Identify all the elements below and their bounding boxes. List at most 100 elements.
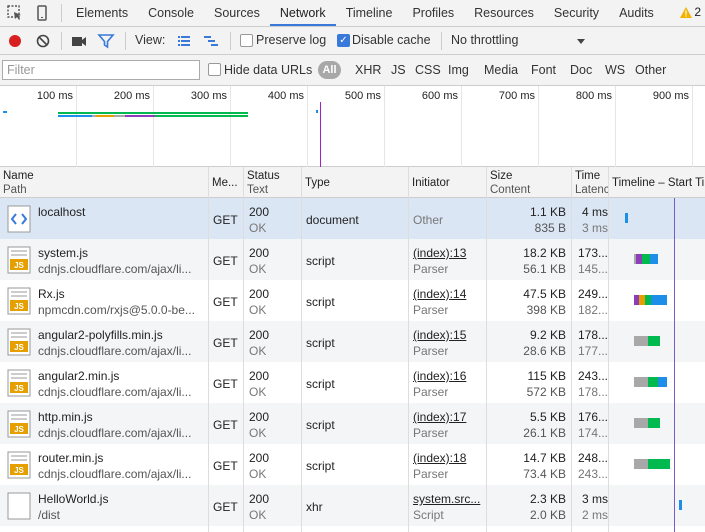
- column-timeline[interactable]: Timeline – Start Time: [609, 167, 705, 198]
- request-method: GET: [213, 213, 238, 227]
- inspect-element-icon[interactable]: [6, 4, 24, 22]
- tab-sources[interactable]: Sources: [204, 0, 270, 26]
- overview-tick-label: 200 ms: [113, 90, 150, 102]
- request-latency: 3 ms: [581, 221, 608, 235]
- table-row[interactable]: HelloWorld.js/dist GET 200 OK xhr system.src.…: [0, 485, 705, 526]
- tab-elements[interactable]: Elements: [66, 0, 138, 26]
- request-size: 14.7 KB: [523, 451, 566, 465]
- request-method: GET: [213, 500, 238, 514]
- request-path: npmcdn.com/rxjs@5.0.0-be...: [38, 303, 195, 317]
- request-content-size: 572 KB: [526, 385, 566, 399]
- filter-type-js[interactable]: JS: [391, 55, 406, 85]
- table-row[interactable]: localhost GET 200 OK document Other 1.1 KB 835 …: [0, 198, 705, 239]
- request-name: Rx.js: [38, 287, 65, 301]
- request-status-text: OK: [249, 426, 267, 440]
- request-initiator-type: Parser: [413, 262, 449, 276]
- toolbar-separator: [230, 32, 231, 50]
- overview-tick-label: 400 ms: [267, 90, 304, 102]
- column-status[interactable]: Status Text: [244, 167, 301, 198]
- filter-all-button[interactable]: All: [318, 61, 341, 79]
- chevron-down-icon[interactable]: [572, 32, 590, 50]
- request-initiator-link[interactable]: (index):15: [413, 328, 485, 342]
- overview-tick-label: 100 ms: [36, 90, 73, 102]
- filter-type-other[interactable]: Other: [635, 55, 666, 85]
- filter-type-font[interactable]: Font: [531, 55, 556, 85]
- disable-cache-checkbox[interactable]: ✓: [337, 34, 350, 47]
- request-status: 200: [249, 328, 270, 342]
- tab-profiles[interactable]: Profiles: [402, 0, 464, 26]
- view-label: View:: [135, 33, 166, 47]
- request-name: localhost: [38, 205, 86, 219]
- large-rows-icon[interactable]: [175, 32, 193, 50]
- request-time: 249...: [577, 287, 608, 301]
- tab-timeline[interactable]: Timeline: [336, 0, 403, 26]
- clear-icon[interactable]: [34, 32, 52, 50]
- request-name: angular2.min.js: [38, 369, 120, 383]
- tab-audits[interactable]: Audits: [609, 0, 664, 26]
- request-initiator-type: Parser: [413, 385, 449, 399]
- column-size[interactable]: Size Content: [487, 167, 571, 198]
- request-status: 200: [249, 451, 270, 465]
- request-time: 4 ms: [581, 205, 608, 219]
- tab-resources[interactable]: Resources: [464, 0, 544, 26]
- filter-type-ws[interactable]: WS: [605, 55, 625, 85]
- column-type[interactable]: Type: [302, 167, 408, 198]
- network-toolbar: View: Preserve log ✓ Disable cache No th…: [0, 27, 705, 55]
- record-icon[interactable]: [6, 32, 24, 50]
- request-method: GET: [213, 459, 238, 473]
- request-content-size: 398 KB: [526, 303, 566, 317]
- overview-tick-label: 800 ms: [575, 90, 612, 102]
- filter-input[interactable]: [2, 60, 200, 80]
- warnings-indicator[interactable]: 2: [680, 5, 701, 19]
- request-initiator-link[interactable]: (index):17: [413, 410, 485, 424]
- request-initiator-link[interactable]: system.src...: [413, 492, 485, 506]
- request-name: HelloWorld.js: [38, 492, 109, 506]
- filter-type-doc[interactable]: Doc: [570, 55, 592, 85]
- table-row[interactable]: JS router.min.js cdnjs.cloudflare.com/ajax…: [0, 444, 705, 485]
- request-size: 1.1 KB: [529, 205, 566, 219]
- filter-type-img[interactable]: Img: [448, 55, 469, 85]
- column-method[interactable]: Me...: [209, 167, 243, 198]
- preserve-log-checkbox[interactable]: [240, 34, 253, 47]
- overview-bar: [58, 112, 248, 114]
- column-name[interactable]: Name Path: [0, 167, 208, 198]
- request-latency: 243...: [577, 467, 608, 481]
- request-initiator-link[interactable]: (index):13: [413, 246, 485, 260]
- request-method: GET: [213, 254, 238, 268]
- device-mode-icon[interactable]: [33, 4, 51, 22]
- preserve-log-label: Preserve log: [256, 33, 327, 47]
- request-latency: 174...: [577, 426, 608, 440]
- overview-bar: [316, 110, 318, 113]
- overview-icon[interactable]: [202, 32, 220, 50]
- overview-bar: [125, 115, 155, 117]
- request-initiator-type: Parser: [413, 303, 449, 317]
- request-initiator-link[interactable]: (index):14: [413, 287, 485, 301]
- overview-tick-label: 700 ms: [498, 90, 535, 102]
- filter-type-xhr[interactable]: XHR: [355, 55, 381, 85]
- request-status-text: OK: [249, 344, 267, 358]
- table-row[interactable]: JS system.js cdnjs.cloudflare.com/ajax/li.…: [0, 239, 705, 280]
- filter-icon[interactable]: [97, 32, 115, 50]
- table-row[interactable]: JS http.min.js cdnjs.cloudflare.com/ajax/l…: [0, 403, 705, 444]
- table-row[interactable]: JS angular2-polyfills.min.js cdnjs.cloudfl…: [0, 321, 705, 362]
- tab-console[interactable]: Console: [138, 0, 204, 26]
- js-file-icon: JS: [7, 410, 31, 438]
- request-status: 200: [249, 246, 270, 260]
- column-time[interactable]: Time Latenc: [572, 167, 608, 198]
- hide-data-urls-checkbox[interactable]: [208, 63, 221, 76]
- table-row[interactable]: JS Rx.js npmcdn.com/rxjs@5.0.0-be... GET 200…: [0, 280, 705, 321]
- throttling-select[interactable]: No throttling: [451, 27, 518, 54]
- request-initiator-link[interactable]: (index):18: [413, 451, 485, 465]
- filter-type-css[interactable]: CSS: [415, 55, 441, 85]
- request-path: cdnjs.cloudflare.com/ajax/li...: [38, 426, 192, 440]
- table-row[interactable]: JS angular2.min.js cdnjs.cloudflare.com/aj…: [0, 362, 705, 403]
- column-initiator[interactable]: Initiator: [409, 167, 486, 198]
- filter-type-media[interactable]: Media: [484, 55, 518, 85]
- overview-gridline: [307, 86, 308, 167]
- timeline-bar: [634, 418, 648, 428]
- tab-network[interactable]: Network: [269, 0, 336, 26]
- camera-icon[interactable]: [70, 32, 88, 50]
- request-initiator-link[interactable]: (index):16: [413, 369, 485, 383]
- request-name: angular2-polyfills.min.js: [38, 328, 163, 342]
- tab-security[interactable]: Security: [544, 0, 609, 26]
